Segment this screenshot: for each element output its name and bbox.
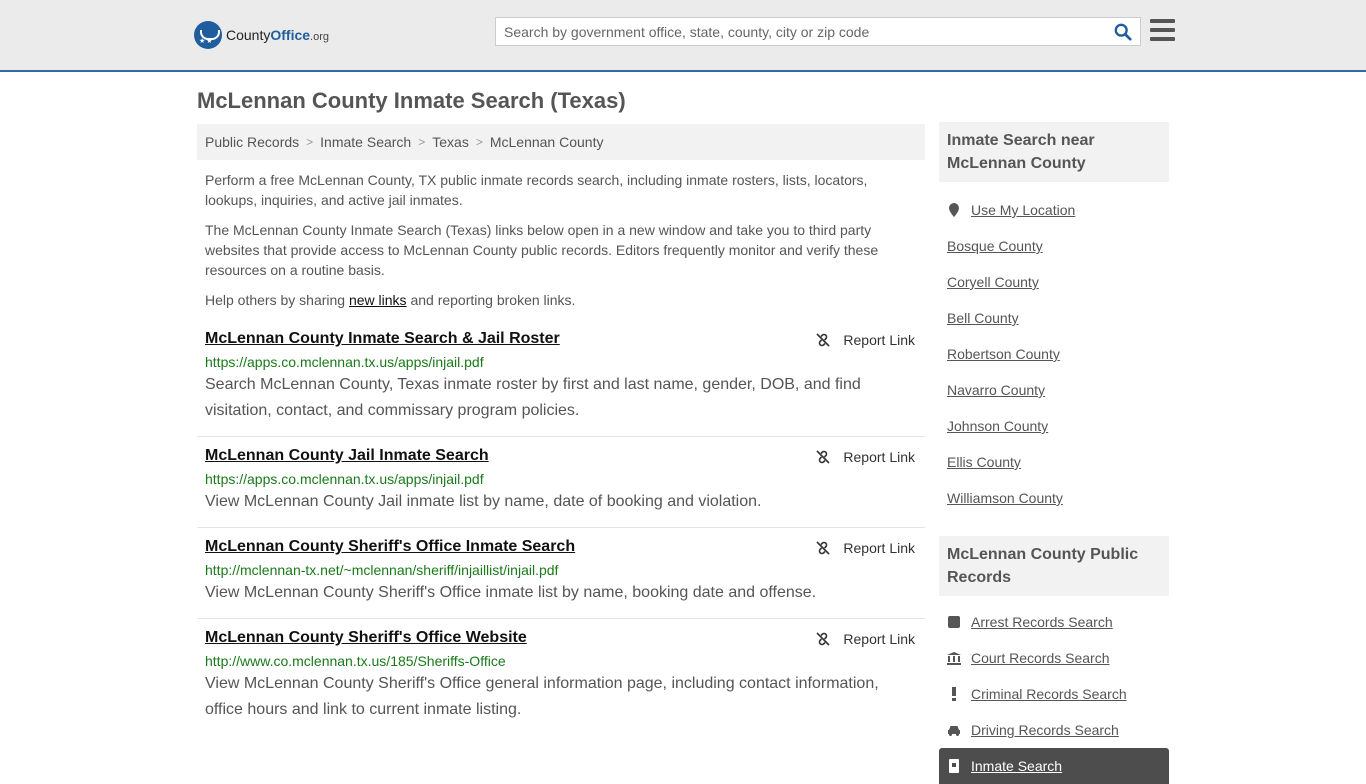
list-item[interactable]: Bosque County: [947, 228, 1169, 264]
nearby-county-link[interactable]: Bosque County: [947, 238, 1043, 254]
result-title-link[interactable]: McLennan County Sheriff's Office Inmate …: [205, 538, 575, 556]
result-description: View McLennan County Jail inmate list by…: [205, 493, 762, 510]
nearby-county-link[interactable]: Robertson County: [947, 346, 1060, 362]
report-link-button[interactable]: Report Link: [815, 631, 915, 647]
broken-link-icon: [816, 632, 830, 646]
broken-link-icon: [816, 333, 830, 347]
list-item[interactable]: Coryell County: [947, 264, 1169, 300]
arrest-square-icon: [947, 615, 961, 629]
map-pin-icon: [947, 203, 961, 217]
report-link-button[interactable]: Report Link: [815, 332, 915, 348]
nearby-county-link[interactable]: Bell County: [947, 310, 1019, 326]
breadcrumb-inmate-search[interactable]: Inmate Search: [320, 134, 411, 150]
result-item: McLennan County Sheriff's Office Website…: [197, 629, 925, 739]
breadcrumb-mclennan-county[interactable]: McLennan County: [490, 134, 604, 150]
report-link-button[interactable]: Report Link: [815, 449, 915, 465]
exclamation-icon: [947, 687, 961, 701]
sidebar-item-inmate-search[interactable]: Inmate Search: [939, 748, 1169, 784]
sidebar-item-driving-records[interactable]: Driving Records Search: [947, 712, 1169, 748]
nearby-county-link[interactable]: Ellis County: [947, 454, 1021, 470]
breadcrumb-texas[interactable]: Texas: [432, 134, 469, 150]
logo-seal-icon: [194, 21, 222, 49]
sidebar-records-title: McLennan County Public Records: [939, 536, 1169, 596]
intro-paragraph-2: The McLennan County Inmate Search (Texas…: [205, 222, 879, 278]
sidebar-item-criminal-records[interactable]: Criminal Records Search: [947, 676, 1169, 712]
logo-brand-county: County: [226, 27, 271, 43]
new-links-link[interactable]: new links: [349, 292, 407, 308]
report-link-button[interactable]: Report Link: [815, 540, 915, 556]
intro-paragraph-1: Perform a free McLennan County, TX publi…: [205, 172, 868, 208]
result-item: McLennan County Inmate Search & Jail Ros…: [197, 330, 925, 437]
records-link[interactable]: Arrest Records Search: [971, 614, 1113, 630]
logo-text: CountyOffice.org: [226, 27, 329, 43]
logo-tld: .org: [310, 31, 330, 43]
breadcrumb: Public Records > Inmate Search > Texas >…: [197, 124, 925, 160]
sidebar-nearby-title: Inmate Search near McLennan County: [939, 122, 1169, 182]
sidebar-nearby: Inmate Search near McLennan County Use M…: [939, 122, 1169, 516]
list-item[interactable]: Johnson County: [947, 408, 1169, 444]
result-title-link[interactable]: McLennan County Sheriff's Office Website: [205, 629, 527, 647]
report-link-label: Report Link: [843, 449, 915, 465]
nearby-county-link[interactable]: Johnson County: [947, 418, 1048, 434]
nearby-county-link[interactable]: Williamson County: [947, 490, 1063, 506]
use-my-location-item[interactable]: Use My Location: [947, 192, 1169, 228]
sidebar-item-arrest-records[interactable]: Arrest Records Search: [947, 604, 1169, 640]
page-title: McLennan County Inmate Search (Texas): [197, 88, 626, 113]
list-item[interactable]: Ellis County: [947, 444, 1169, 480]
result-url: https://apps.co.mclennan.tx.us/apps/inja…: [205, 354, 484, 370]
search-input[interactable]: [496, 18, 1096, 45]
result-url: http://www.co.mclennan.tx.us/185/Sheriff…: [205, 653, 506, 669]
records-link[interactable]: Court Records Search: [971, 650, 1110, 666]
result-item: McLennan County Sheriff's Office Inmate …: [197, 538, 925, 619]
intro-share-text: Help others by sharing: [205, 292, 349, 308]
records-link[interactable]: Criminal Records Search: [971, 686, 1127, 702]
use-my-location-link[interactable]: Use My Location: [971, 202, 1075, 218]
result-description: View McLennan County Sheriff's Office in…: [205, 584, 817, 601]
broken-link-icon: [816, 541, 830, 555]
inmate-badge-icon: [947, 759, 961, 773]
list-item[interactable]: Navarro County: [947, 372, 1169, 408]
result-title-link[interactable]: McLennan County Jail Inmate Search: [205, 447, 489, 465]
sidebar-item-court-records[interactable]: Court Records Search: [947, 640, 1169, 676]
list-item[interactable]: Williamson County: [947, 480, 1169, 516]
intro-report-text: and reporting broken links.: [406, 292, 576, 308]
result-description: Search McLennan County, Texas inmate ros…: [205, 376, 861, 419]
chevron-right-icon: >: [418, 135, 426, 149]
report-link-label: Report Link: [843, 332, 915, 348]
car-icon: [947, 723, 961, 737]
courthouse-icon: [947, 651, 961, 665]
broken-link-icon: [816, 450, 830, 464]
search-bar: [495, 17, 1141, 46]
search-icon[interactable]: [1114, 23, 1132, 41]
list-item[interactable]: Robertson County: [947, 336, 1169, 372]
result-item: McLennan County Jail Inmate Search Repor…: [197, 447, 925, 528]
report-link-label: Report Link: [843, 631, 915, 647]
logo-brand-office: Office: [270, 27, 311, 43]
result-description: View McLennan County Sheriff's Office ge…: [205, 675, 879, 718]
nearby-county-link[interactable]: Coryell County: [947, 274, 1039, 290]
site-logo[interactable]: CountyOffice.org: [194, 20, 329, 50]
intro-paragraph-3: Help others by sharing new links and rep…: [205, 290, 905, 310]
hamburger-menu-icon[interactable]: [1150, 19, 1175, 41]
chevron-right-icon: >: [306, 135, 314, 149]
records-link[interactable]: Driving Records Search: [971, 722, 1119, 738]
result-url: https://apps.co.mclennan.tx.us/apps/inja…: [205, 471, 484, 487]
result-title-link[interactable]: McLennan County Inmate Search & Jail Ros…: [205, 330, 560, 348]
sidebar-public-records: McLennan County Public Records Arrest Re…: [939, 536, 1169, 784]
site-header: CountyOffice.org: [0, 0, 1366, 72]
public-records-list: Arrest Records Search Court Records Sear…: [939, 604, 1169, 784]
nearby-county-link[interactable]: Navarro County: [947, 382, 1045, 398]
report-link-label: Report Link: [843, 540, 915, 556]
breadcrumb-public-records[interactable]: Public Records: [205, 134, 299, 150]
records-link[interactable]: Inmate Search: [971, 758, 1062, 774]
result-url: http://mclennan-tx.net/~mclennan/sheriff…: [205, 562, 559, 578]
chevron-right-icon: >: [475, 135, 483, 149]
nearby-county-list: Use My Location Bosque County Coryell Co…: [939, 192, 1169, 516]
list-item[interactable]: Bell County: [947, 300, 1169, 336]
